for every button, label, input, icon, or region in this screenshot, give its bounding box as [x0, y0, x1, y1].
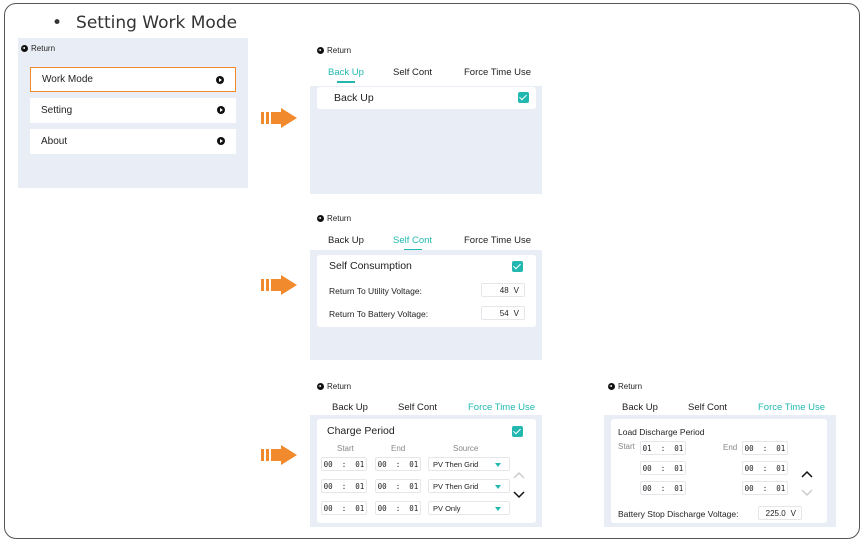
flow-arrow-icon	[261, 275, 297, 295]
tab-back-up[interactable]: Back Up	[328, 235, 364, 246]
backup-panel: Back Up	[310, 86, 542, 194]
battery-voltage-field[interactable]: 54 V	[481, 306, 525, 320]
start-column-header: Start	[337, 444, 354, 453]
load-discharge-panel: Load Discharge Period Start End 01 : 01 …	[604, 415, 836, 527]
tab-self-cont[interactable]: Self Cont	[688, 402, 727, 413]
end-time-field[interactable]: 00 : 01	[742, 461, 788, 475]
backup-label: Back Up	[334, 92, 374, 104]
source-column-header: Source	[453, 444, 479, 453]
load-discharge-screen: Return Back Up Self Cont Force Time Use …	[604, 377, 836, 527]
start-time-field[interactable]: 00 : 01	[321, 479, 367, 493]
end-time-field[interactable]: 00 : 01	[375, 479, 421, 493]
load-discharge-title: Load Discharge Period	[618, 427, 705, 437]
end-time-field[interactable]: 00 : 01	[375, 457, 421, 471]
start-label: Start	[618, 442, 635, 451]
back-circle-icon	[317, 383, 324, 390]
start-time-field[interactable]: 00 : 01	[640, 461, 686, 475]
backup-card: Back Up	[317, 87, 536, 109]
end-time-field[interactable]: 00 : 01	[742, 481, 788, 495]
end-time-field[interactable]: 00 : 01	[742, 441, 788, 455]
chevron-up-icon[interactable]	[800, 468, 814, 480]
chevron-right-icon	[216, 76, 224, 84]
menu-item-work-mode[interactable]: Work Mode	[30, 67, 236, 92]
utility-voltage-field[interactable]: 48 V	[481, 283, 525, 297]
chevron-right-icon	[217, 137, 225, 145]
utility-voltage-label: Return To Utility Voltage:	[329, 286, 422, 296]
back-circle-icon	[21, 45, 28, 52]
flow-arrow-icon	[261, 445, 297, 465]
tab-back-up[interactable]: Back Up	[328, 67, 364, 78]
load-discharge-card: Load Discharge Period Start End 01 : 01 …	[611, 419, 827, 523]
charge-period-title: Charge Period	[327, 425, 395, 437]
start-time-field[interactable]: 01 : 01	[640, 441, 686, 455]
charge-period-card: Charge Period Start End Source 00 : 01 0…	[317, 419, 536, 523]
section-heading: • Setting Work Mode	[52, 13, 238, 33]
end-label: End	[723, 443, 738, 452]
self-consumption-panel: Self Consumption Return To Utility Volta…	[310, 250, 542, 360]
source-select[interactable]: PV Then Grid	[428, 479, 510, 493]
return-button[interactable]: Return	[317, 214, 351, 223]
return-button[interactable]: Return	[608, 382, 642, 391]
chevron-down-icon[interactable]	[800, 487, 814, 499]
tab-force-time-use[interactable]: Force Time Use	[468, 402, 535, 413]
tab-back-up[interactable]: Back Up	[332, 402, 368, 413]
end-column-header: End	[391, 444, 406, 453]
back-circle-icon	[608, 383, 615, 390]
menu-item-setting[interactable]: Setting	[30, 98, 236, 123]
tab-force-time-use[interactable]: Force Time Use	[464, 67, 531, 78]
return-button[interactable]: Return	[317, 382, 351, 391]
menu-item-about[interactable]: About	[30, 129, 236, 154]
self-consumption-checkbox[interactable]	[512, 261, 523, 272]
chevron-right-icon	[217, 106, 225, 114]
backup-screen: Return Back Up Self Cont Force Time Use …	[310, 40, 542, 194]
end-time-field[interactable]: 00 : 01	[375, 501, 421, 515]
chevron-down-icon[interactable]	[512, 489, 526, 501]
dropdown-icon	[495, 507, 501, 511]
self-consumption-screen: Return Back Up Self Cont Force Time Use …	[310, 208, 542, 360]
dropdown-icon	[495, 463, 501, 467]
self-consumption-title: Self Consumption	[329, 260, 412, 272]
back-circle-icon	[317, 215, 324, 222]
start-time-field[interactable]: 00 : 01	[640, 481, 686, 495]
start-time-field[interactable]: 00 : 01	[321, 457, 367, 471]
main-menu-screen: Return Work Mode Setting About	[18, 38, 248, 188]
flow-arrow-icon	[261, 108, 297, 128]
return-button[interactable]: Return	[317, 46, 351, 55]
battery-voltage-label: Return To Battery Voltage:	[329, 309, 429, 319]
charge-period-screen: Return Back Up Self Cont Force Time Use …	[310, 377, 542, 527]
tab-force-time-use[interactable]: Force Time Use	[758, 402, 825, 413]
start-time-field[interactable]: 00 : 01	[321, 501, 367, 515]
chevron-up-icon[interactable]	[512, 469, 526, 481]
dropdown-icon	[495, 485, 501, 489]
source-select[interactable]: PV Only	[428, 501, 510, 515]
self-consumption-card: Self Consumption Return To Utility Volta…	[317, 255, 536, 327]
stop-voltage-label: Battery Stop Discharge Voltage:	[618, 509, 739, 519]
tab-self-cont[interactable]: Self Cont	[398, 402, 437, 413]
tab-back-up[interactable]: Back Up	[622, 402, 658, 413]
tab-self-cont[interactable]: Self Cont	[393, 67, 432, 78]
charge-period-panel: Charge Period Start End Source 00 : 01 0…	[310, 415, 542, 527]
charge-period-checkbox[interactable]	[512, 426, 523, 437]
stop-voltage-field[interactable]: 225.0 V	[758, 506, 802, 520]
tab-force-time-use[interactable]: Force Time Use	[464, 235, 531, 246]
back-circle-icon	[317, 47, 324, 54]
tab-self-cont[interactable]: Self Cont	[393, 235, 432, 246]
mode-tabs: Back Up Self Cont Force Time Use	[310, 64, 542, 86]
source-select[interactable]: PV Then Grid	[428, 457, 510, 471]
return-button[interactable]: Return	[21, 44, 55, 53]
backup-checkbox[interactable]	[518, 92, 529, 103]
